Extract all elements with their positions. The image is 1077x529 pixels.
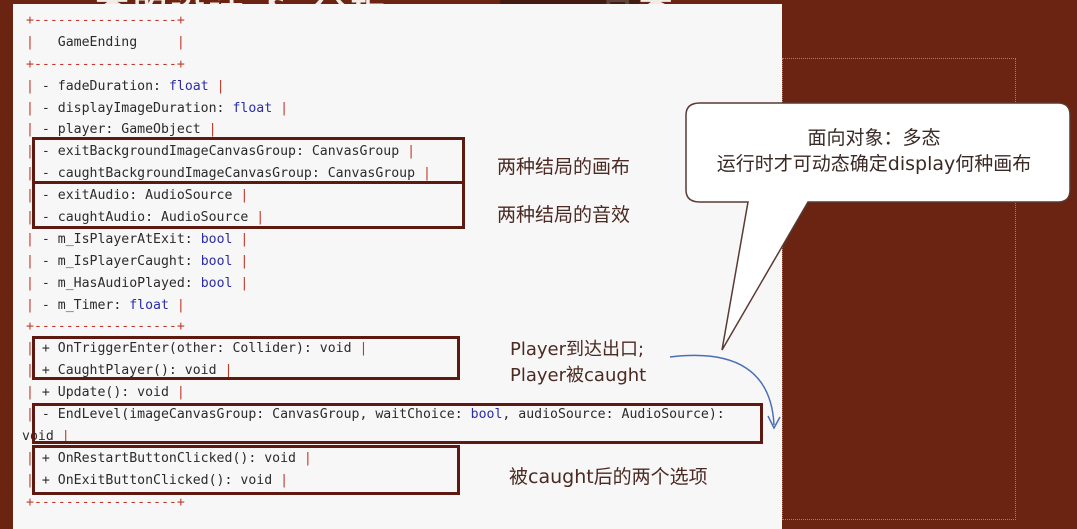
- code-token: +------------------+: [26, 319, 185, 335]
- code-token: |: [208, 78, 225, 94]
- callout-line2: 运行时才可动态确定display何种画布: [716, 153, 1032, 175]
- highlight-box-audio-sources: [32, 181, 465, 229]
- annotation-trigger-line1: Player到达出口;: [510, 339, 645, 360]
- code-line: | - fadeDuration: float |: [26, 76, 725, 98]
- annotation-audio: 两种结局的音效: [497, 204, 631, 226]
- code-token: bool: [200, 231, 233, 247]
- code-token: - fadeDuration:: [41, 78, 169, 94]
- code-token: - player: GameObject: [41, 122, 201, 138]
- code-token: |: [232, 275, 249, 291]
- code-line: | GameEnding |: [26, 32, 725, 54]
- code-token: |: [26, 78, 42, 94]
- code-token: float: [232, 100, 273, 116]
- code-token: |: [168, 297, 185, 313]
- code-token: - m_Timer:: [41, 297, 130, 313]
- highlight-box-canvas-groups: [32, 137, 465, 184]
- code-token: +------------------+: [26, 56, 185, 72]
- annotation-options: 被caught后的两个选项: [509, 466, 708, 488]
- code-token: |: [232, 231, 249, 247]
- highlight-box-button-methods: [32, 445, 460, 495]
- code-line: | - m_Timer: float |: [26, 295, 725, 317]
- callout-line1: 面向对象：多态: [807, 127, 941, 149]
- code-token: + Update(): void: [41, 385, 169, 401]
- callout-text: 面向对象：多态 运行时才可动态确定display何种画布: [688, 125, 1060, 177]
- code-token: |: [26, 275, 42, 291]
- code-token: bool: [200, 253, 233, 269]
- code-token: |: [26, 122, 42, 138]
- code-line: | - m_IsPlayerAtExit: bool |: [26, 229, 725, 251]
- code-token: float: [168, 78, 209, 94]
- code-token: |: [168, 385, 185, 401]
- code-token: |: [26, 231, 42, 247]
- code-token: bool: [200, 275, 233, 291]
- code-token: |: [26, 34, 58, 50]
- code-line: +------------------+: [26, 10, 725, 32]
- code-token: |: [26, 385, 42, 401]
- annotation-trigger-line2: Player被caught: [510, 365, 647, 386]
- code-token: GameEnding: [57, 34, 138, 50]
- code-token: |: [26, 297, 42, 313]
- code-token: +------------------+: [26, 13, 185, 28]
- code-token: |: [232, 253, 249, 269]
- annotation-canvas: 两种结局的画布: [497, 156, 631, 178]
- code-line: | - m_HasAudioPlayed: bool |: [26, 273, 725, 295]
- code-token: |: [200, 122, 217, 138]
- highlight-box-trigger-methods: [32, 336, 460, 380]
- code-token: - m_IsPlayerAtExit:: [41, 231, 201, 247]
- code-line: +------------------+: [26, 54, 725, 76]
- code-token: |: [26, 253, 42, 269]
- code-token: |: [26, 100, 42, 116]
- code-line: | - displayImageDuration: float |: [26, 98, 725, 120]
- code-token: +------------------+: [26, 494, 185, 510]
- code-token: - displayImageDuration:: [41, 100, 233, 116]
- code-line: | - m_IsPlayerCaught: bool |: [26, 251, 725, 273]
- code-token: float: [129, 297, 169, 313]
- code-token: |: [272, 100, 289, 116]
- code-token: - m_HasAudioPlayed:: [41, 275, 201, 291]
- highlight-box-endlevel: [32, 403, 763, 444]
- code-token: - m_IsPlayerCaught:: [41, 253, 201, 269]
- code-token: |: [137, 34, 185, 50]
